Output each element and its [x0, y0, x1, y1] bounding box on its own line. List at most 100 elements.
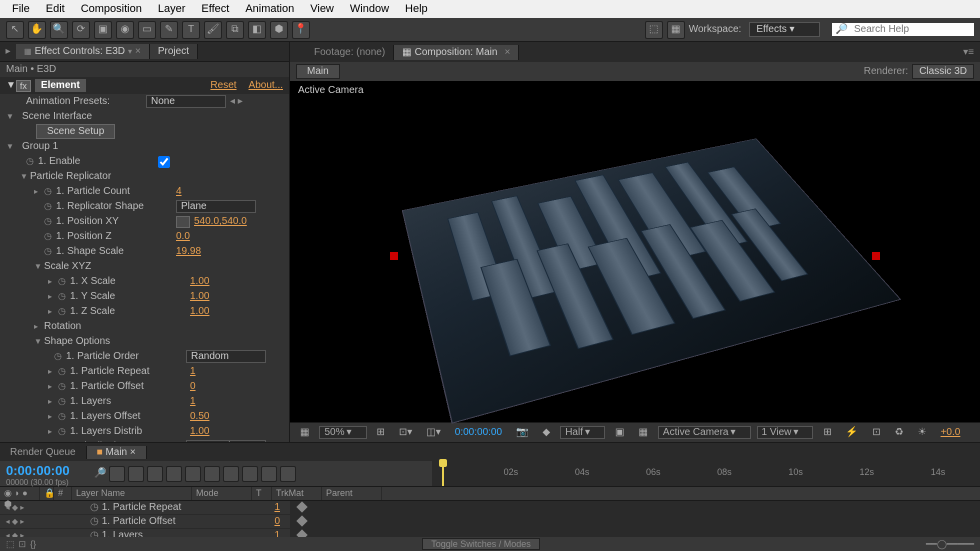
current-time-display[interactable]: 0:00:00:00 00000 (30.00 fps)	[0, 461, 88, 486]
playhead[interactable]	[442, 461, 444, 486]
footer-icon3[interactable]: {}	[30, 539, 36, 549]
frame-blend-icon[interactable]	[147, 466, 163, 482]
menu-layer[interactable]: Layer	[150, 3, 194, 15]
exposure-icon[interactable]: ☀	[914, 427, 931, 438]
particle-offset-value[interactable]: 0	[190, 381, 196, 392]
snapshot-icon[interactable]: 📷	[512, 427, 532, 438]
preset-nav-icon[interactable]: ◂ ▸	[230, 96, 243, 107]
menu-window[interactable]: Window	[342, 3, 397, 15]
scene-interface-group[interactable]: Scene Interface	[22, 111, 142, 122]
resolution-icon[interactable]: ⊞	[373, 427, 389, 438]
pan-behind-tool[interactable]: ◉	[116, 21, 134, 39]
sub-tab-main[interactable]: Main	[296, 64, 340, 79]
pixel-aspect-icon[interactable]: ⊞	[819, 427, 835, 438]
enable-checkbox[interactable]	[158, 156, 170, 168]
replicator-shape-select[interactable]: Plane	[176, 200, 256, 213]
panel-collapse-icon[interactable]: ▸	[0, 46, 16, 57]
scale-xyz-group[interactable]: Scale XYZ	[44, 261, 164, 272]
flowchart-icon[interactable]: ♻	[891, 427, 908, 438]
camera-tool[interactable]: ▣	[94, 21, 112, 39]
grid-icon[interactable]: ▦	[667, 21, 685, 39]
toggle-switches-button[interactable]: Toggle Switches / Modes	[422, 538, 540, 550]
draft-3d-icon[interactable]	[223, 466, 239, 482]
view-count-select[interactable]: 1 View ▾	[757, 426, 814, 439]
close-icon[interactable]: ×	[504, 47, 510, 58]
timeline-value[interactable]: 1	[274, 530, 280, 537]
about-link[interactable]: About...	[249, 80, 283, 91]
menu-file[interactable]: File	[4, 3, 38, 15]
x-scale-value[interactable]: 1.00	[190, 276, 209, 287]
tab-timeline-main[interactable]: ■ Main ×	[87, 446, 147, 459]
brainiac-icon[interactable]	[185, 466, 201, 482]
footer-icon1[interactable]: ⬚	[6, 539, 15, 550]
workspace-select[interactable]: Effects ▾	[749, 22, 819, 37]
zoom-slider[interactable]: ━━◯━━━━━	[926, 539, 974, 550]
brush-tool[interactable]: 🖌	[204, 21, 222, 39]
stopwatch-icon[interactable]: ◷	[26, 156, 38, 167]
eraser-tool[interactable]: ◧	[248, 21, 266, 39]
z-scale-value[interactable]: 1.00	[190, 306, 209, 317]
reset-link[interactable]: Reset	[210, 80, 236, 91]
position-xy-value[interactable]: 540.0,540.0	[194, 216, 247, 227]
timeline-row[interactable]: ◂ ◆ ▸◷1. Particle Offset0	[0, 515, 980, 529]
zoom-select[interactable]: 50% ▾	[319, 426, 366, 439]
tab-effect-controls[interactable]: ▦ Effect Controls: E3D ▾ ×	[16, 44, 150, 59]
keyframe-icon[interactable]	[296, 515, 307, 526]
graph-editor-icon[interactable]	[204, 466, 220, 482]
position-z-value[interactable]: 0.0	[176, 231, 190, 242]
selection-tool[interactable]: ↖	[6, 21, 24, 39]
shape-options-group[interactable]: Shape Options	[44, 336, 164, 347]
rotate-tool[interactable]: ⟳	[72, 21, 90, 39]
handle-right[interactable]	[872, 252, 880, 260]
scene-setup-button[interactable]: Scene Setup	[36, 124, 115, 139]
fast-preview-icon[interactable]: ⚡	[842, 427, 862, 438]
shy-icon[interactable]	[128, 466, 144, 482]
timeline-row[interactable]: ◂ ◆ ▸◷1. Layers1	[0, 529, 980, 537]
clone-tool[interactable]: ⧉	[226, 21, 244, 39]
pen-tool[interactable]: ✎	[160, 21, 178, 39]
timeline-row[interactable]: ◂ ◆ ▸◷1. Particle Repeat1	[0, 501, 980, 515]
timecode-display[interactable]: 0:00:00:00	[451, 427, 506, 438]
distribution-select[interactable]: Automatic	[186, 440, 266, 442]
close-icon[interactable]: ×	[135, 46, 141, 57]
shape-scale-value[interactable]: 19.98	[176, 246, 201, 257]
twirl-icon[interactable]: ▼	[6, 80, 16, 91]
panel-menu-icon[interactable]: ▦	[24, 47, 32, 56]
color-icon[interactable]: ◆	[538, 427, 554, 438]
layers-distrib-value[interactable]: 1.00	[190, 426, 209, 437]
roto-tool[interactable]: ⬢	[270, 21, 288, 39]
particle-replicator-group[interactable]: Particle Replicator	[30, 171, 150, 182]
timeline-icon[interactable]: ⊡	[868, 427, 884, 438]
viewport-layout-icon[interactable]: ▦	[296, 427, 313, 438]
layers-offset-value[interactable]: 0.50	[190, 411, 209, 422]
menu-help[interactable]: Help	[397, 3, 436, 15]
panel-menu-icon[interactable]: ▾≡	[957, 47, 980, 58]
mask-icon[interactable]: ◫▾	[422, 427, 444, 438]
animation-presets-select[interactable]: None	[146, 95, 226, 108]
timer-icon[interactable]	[261, 466, 277, 482]
timeline-value[interactable]: 0	[274, 516, 280, 527]
y-scale-value[interactable]: 1.00	[190, 291, 209, 302]
layers-value[interactable]: 1	[190, 396, 196, 407]
tab-footage[interactable]: Footage: (none)	[306, 45, 394, 60]
viewport[interactable]: Active Camera	[290, 81, 980, 422]
resolution-select[interactable]: Half ▾	[560, 426, 605, 439]
exposure-value[interactable]: +0.0	[937, 427, 965, 438]
menu-edit[interactable]: Edit	[38, 3, 73, 15]
motion-blur-icon[interactable]	[166, 466, 182, 482]
menu-effect[interactable]: Effect	[193, 3, 237, 15]
particle-count-value[interactable]: 4	[176, 186, 182, 197]
shape-tool[interactable]: ▭	[138, 21, 156, 39]
timeline-value[interactable]: 1	[274, 502, 280, 513]
comp-mini-icon[interactable]	[109, 466, 125, 482]
keyframe-icon[interactable]	[296, 529, 307, 537]
group1[interactable]: Group 1	[22, 141, 142, 152]
puppet-tool[interactable]: 📍	[292, 21, 310, 39]
renderer-select[interactable]: Classic 3D	[912, 64, 974, 79]
roi-icon[interactable]: ▣	[611, 427, 628, 438]
fx-badge[interactable]: fx	[16, 80, 31, 92]
transparency-icon[interactable]: ▦	[634, 427, 651, 438]
position-target-icon[interactable]	[176, 216, 190, 228]
keyframe-icon[interactable]	[296, 501, 307, 512]
zoom-tool[interactable]: 🔍	[50, 21, 68, 39]
